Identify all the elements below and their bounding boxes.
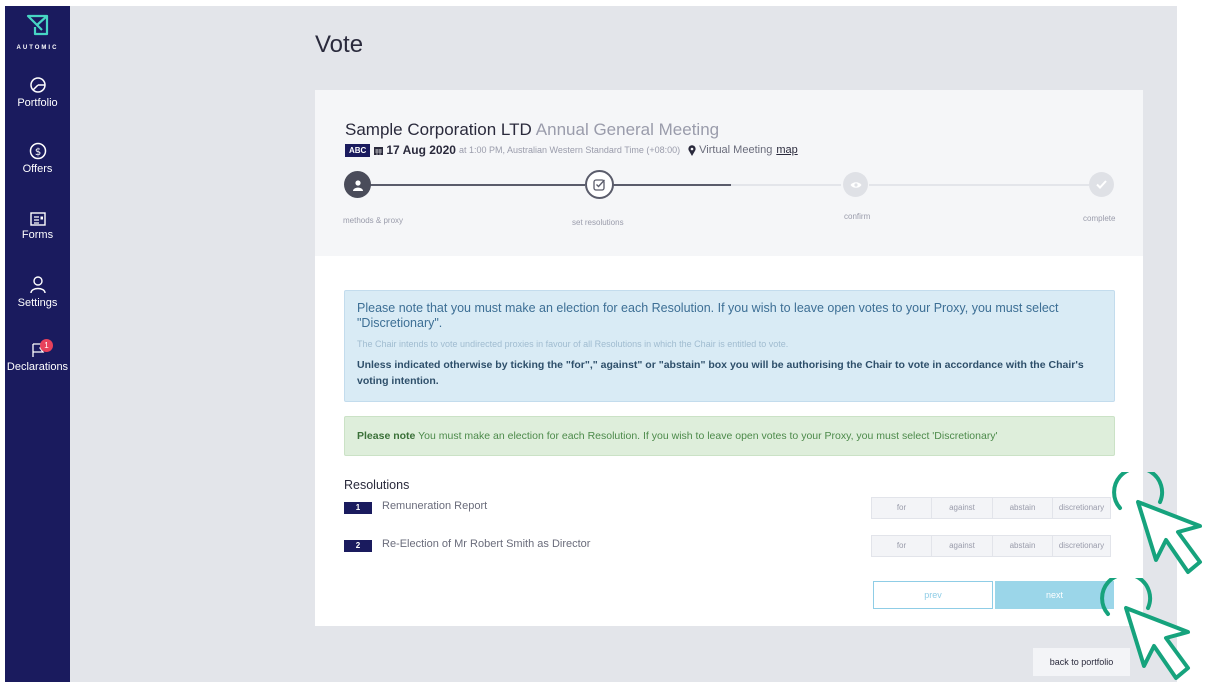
app-window: AUTOMIC Portfolio $ Offers Forms Setting… bbox=[5, 6, 1177, 682]
location-pin-icon bbox=[688, 144, 696, 156]
meeting-date: 17 Aug 2020 bbox=[386, 143, 456, 157]
resolutions-heading: Resolutions bbox=[344, 478, 410, 492]
notice-sub-text: The Chair intends to vote undirected pro… bbox=[357, 339, 789, 349]
resolution-row: 1 Remuneration Report for against abstai… bbox=[344, 497, 1115, 519]
check-icon bbox=[1096, 180, 1107, 189]
step-set-resolutions[interactable] bbox=[585, 170, 614, 199]
sidebar-item-portfolio[interactable]: Portfolio bbox=[5, 76, 70, 109]
click-cursor-icon bbox=[1112, 472, 1202, 574]
logo[interactable]: AUTOMIC bbox=[5, 6, 70, 66]
meeting-type: Annual General Meeting bbox=[535, 120, 720, 139]
step-label: methods & proxy bbox=[343, 216, 404, 225]
note-text: You must make an election for each Resol… bbox=[415, 430, 998, 442]
meeting-venue: Virtual Meeting bbox=[699, 144, 773, 156]
step-confirm[interactable] bbox=[843, 172, 868, 197]
step-methods-proxy[interactable] bbox=[344, 171, 371, 198]
vote-form-card: Please note that you must make an electi… bbox=[315, 256, 1143, 626]
resolution-number: 1 bbox=[344, 502, 372, 514]
sidebar-item-settings[interactable]: Settings bbox=[5, 276, 70, 309]
sidebar: AUTOMIC Portfolio $ Offers Forms Setting… bbox=[5, 6, 70, 682]
resolution-label: Re-Election of Mr Robert Smith as Direct… bbox=[382, 538, 591, 550]
company-name: Sample Corporation LTD bbox=[345, 120, 532, 139]
eye-icon bbox=[850, 181, 861, 188]
resolution-label: Remuneration Report bbox=[382, 500, 488, 512]
stepper-line-pending bbox=[869, 184, 1089, 186]
map-link[interactable]: map bbox=[776, 144, 797, 156]
step-label: complete bbox=[1083, 214, 1116, 223]
resolution-number: 2 bbox=[344, 540, 372, 552]
logo-text: AUTOMIC bbox=[16, 45, 59, 51]
note-bold: Please note bbox=[357, 430, 416, 442]
vote-options: for against abstain discretionary bbox=[871, 535, 1111, 557]
stepper-line-pending bbox=[731, 184, 841, 186]
resolution-row: 2 Re-Election of Mr Robert Smith as Dire… bbox=[344, 535, 1115, 557]
stepper-line-done bbox=[360, 184, 585, 186]
prev-button[interactable]: prev bbox=[873, 581, 993, 609]
step-complete[interactable] bbox=[1089, 172, 1114, 197]
page-title: Vote bbox=[315, 31, 364, 58]
vote-abstain-button[interactable]: abstain bbox=[992, 497, 1053, 519]
sidebar-item-offers[interactable]: $ Offers bbox=[5, 142, 70, 175]
dollar-circle-icon: $ bbox=[29, 142, 46, 160]
info-notice: Please note that you must make an electi… bbox=[344, 290, 1115, 402]
user-icon bbox=[352, 179, 363, 191]
sidebar-item-label: Offers bbox=[22, 163, 53, 175]
sidebar-item-declarations[interactable]: 1 Declarations bbox=[5, 339, 70, 373]
vote-against-button[interactable]: against bbox=[931, 497, 993, 519]
notification-badge: 1 bbox=[40, 339, 53, 352]
stepper-line-current bbox=[613, 184, 731, 186]
checkbox-edit-icon bbox=[593, 179, 605, 191]
form-card-icon bbox=[29, 212, 46, 226]
calendar-icon bbox=[374, 146, 384, 155]
progress-stepper: methods & proxy set resolutions confirm … bbox=[315, 170, 1143, 230]
company-code-badge: ABC bbox=[345, 143, 371, 157]
svg-text:$: $ bbox=[34, 147, 40, 158]
sidebar-item-forms[interactable]: Forms bbox=[5, 212, 70, 241]
meeting-info: ABC 17 Aug 2020 at 1:00 PM, Australian W… bbox=[345, 143, 798, 157]
click-cursor-icon bbox=[1100, 578, 1190, 680]
vote-options: for against abstain discretionary bbox=[871, 497, 1111, 519]
success-note: Please note You must make an election fo… bbox=[344, 416, 1115, 456]
vote-for-button[interactable]: for bbox=[871, 535, 932, 557]
notice-main-text: Please note that you must make an electi… bbox=[357, 301, 1059, 330]
sidebar-item-label: Portfolio bbox=[17, 97, 58, 109]
sidebar-item-label: Declarations bbox=[6, 361, 69, 373]
vote-against-button[interactable]: against bbox=[931, 535, 993, 557]
meeting-title: Sample Corporation LTD Annual General Mee… bbox=[345, 120, 719, 140]
vote-abstain-button[interactable]: abstain bbox=[992, 535, 1053, 557]
meeting-header-card: Sample Corporation LTD Annual General Mee… bbox=[315, 90, 1143, 256]
automic-logo-icon bbox=[26, 14, 48, 36]
sidebar-item-label: Forms bbox=[21, 229, 54, 241]
sidebar-item-label: Settings bbox=[17, 297, 58, 309]
pie-chart-icon bbox=[29, 77, 46, 93]
notice-strong-text: Unless indicated otherwise by ticking th… bbox=[357, 359, 1084, 387]
vote-for-button[interactable]: for bbox=[871, 497, 932, 519]
vote-discretionary-button[interactable]: discretionary bbox=[1052, 535, 1111, 557]
vote-discretionary-button[interactable]: discretionary bbox=[1052, 497, 1111, 519]
user-icon bbox=[29, 276, 46, 294]
meeting-time: at 1:00 PM, Australian Western Standard … bbox=[458, 145, 681, 155]
step-label: confirm bbox=[844, 212, 871, 221]
step-label: set resolutions bbox=[572, 218, 624, 227]
